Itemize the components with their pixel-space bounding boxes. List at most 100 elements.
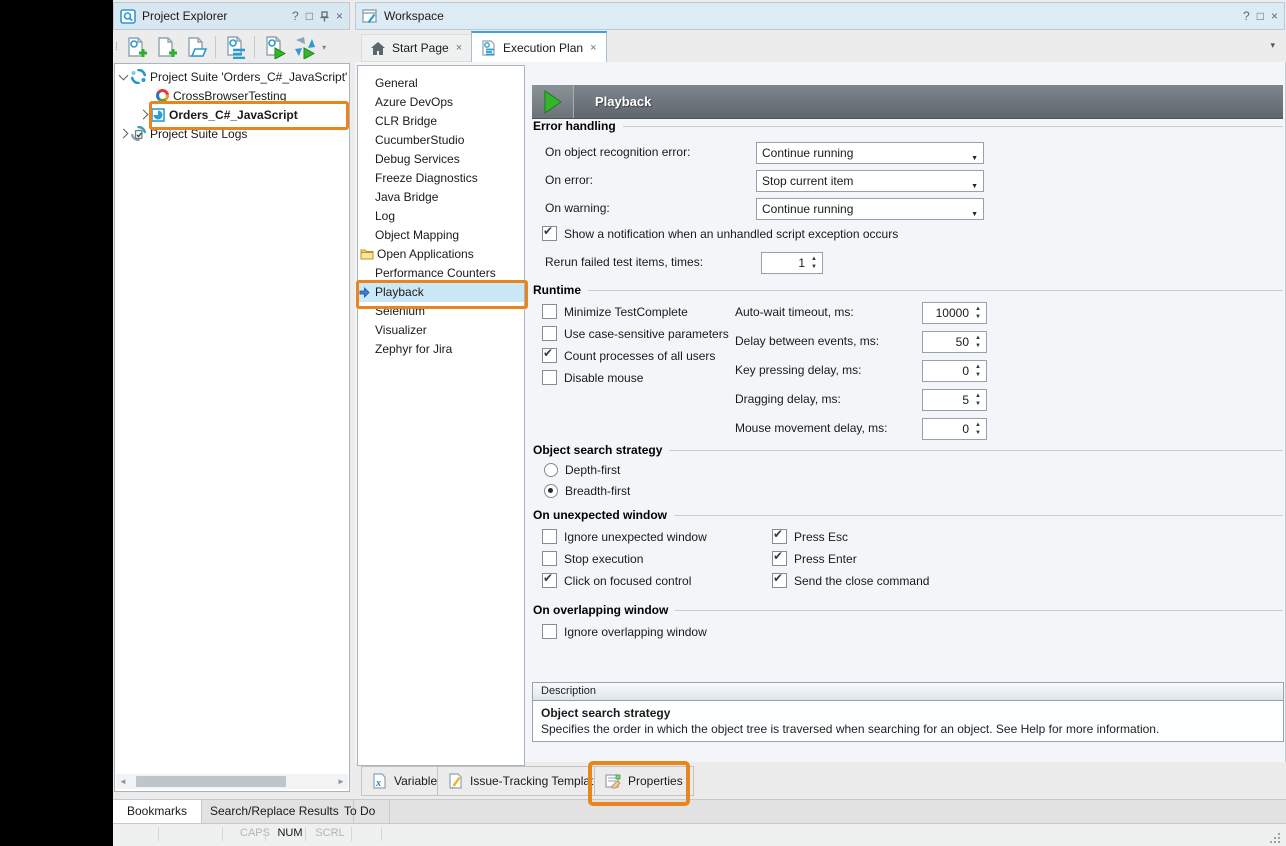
resize-grip[interactable] — [1270, 833, 1272, 835]
checkbox-box[interactable] — [542, 370, 557, 385]
dropdown-arrow-icon[interactable]: ▼ — [971, 149, 978, 169]
settings-nav-item-playback[interactable]: Playback — [358, 283, 524, 302]
settings-nav-item-selenium[interactable]: Selenium — [358, 302, 524, 321]
checkbox-disable-mouse[interactable]: Disable mouse — [542, 370, 643, 385]
toolbar-caret-icon[interactable]: ▾ — [322, 43, 326, 52]
spinner-arrows-icon[interactable]: ▲▼ — [973, 334, 983, 350]
tree-row-project-orders[interactable]: Orders_C#_JavaScript — [115, 105, 349, 124]
radio-circle[interactable] — [544, 463, 558, 477]
settings-nav-item-debug-services[interactable]: Debug Services — [358, 150, 524, 169]
checkbox-show-notification[interactable]: Show a notification when an unhandled sc… — [542, 226, 898, 241]
tree-label[interactable]: Orders_C#_JavaScript — [169, 108, 298, 122]
toolbar-grip[interactable]: ⁞ — [115, 41, 118, 53]
close-icon[interactable]: × — [336, 10, 343, 22]
scroll-right-icon[interactable]: ► — [334, 777, 348, 786]
chevron-collapsed-icon[interactable] — [139, 110, 149, 120]
tab-issue-tracking-templates[interactable]: Issue-Tracking Templates — [437, 766, 617, 796]
organize-tests-button[interactable] — [221, 34, 249, 60]
checkbox-box[interactable] — [542, 348, 557, 363]
checkbox-box[interactable] — [542, 326, 557, 341]
add-new-item-button[interactable] — [152, 34, 180, 60]
tab-bookmarks[interactable]: Bookmarks — [113, 800, 202, 823]
checkbox-box[interactable] — [542, 551, 557, 566]
spinner-dragging-delay[interactable]: 5▲▼ — [922, 389, 987, 411]
radio-depth-first[interactable]: Depth-first — [544, 463, 620, 477]
run-test-button[interactable] — [260, 34, 288, 60]
spinner-delay-between-events[interactable]: 50▲▼ — [922, 331, 987, 353]
checkbox-minimize-testcomplete[interactable]: Minimize TestComplete — [542, 304, 688, 319]
radio-breadth-first[interactable]: Breadth-first — [544, 484, 630, 498]
spinner-arrows-icon[interactable]: ▲▼ — [809, 255, 819, 271]
tree-label[interactable]: CrossBrowserTesting — [173, 89, 286, 103]
spinner-auto-wait-timeout[interactable]: 10000▲▼ — [922, 302, 987, 324]
checkbox-stop-execution[interactable]: Stop execution — [542, 551, 643, 566]
spinner-key-pressing-delay[interactable]: 0▲▼ — [922, 360, 987, 382]
tab-list-caret-icon[interactable]: ▾ — [1270, 40, 1275, 51]
checkbox-ignore-overlapping-window[interactable]: Ignore overlapping window — [542, 624, 707, 639]
chevron-collapsed-icon[interactable] — [119, 129, 129, 139]
dropdown-arrow-icon[interactable]: ▼ — [971, 205, 978, 225]
settings-nav-item-java-bridge[interactable]: Java Bridge — [358, 188, 524, 207]
tab-execution-plan[interactable]: Execution Plan × — [471, 31, 607, 62]
close-icon[interactable]: × — [1271, 10, 1278, 22]
spinner-arrows-icon[interactable]: ▲▼ — [973, 392, 983, 408]
pin-icon[interactable] — [320, 11, 329, 22]
scrollbar-thumb[interactable] — [136, 776, 286, 787]
checkbox-ignore-unexpected-window[interactable]: Ignore unexpected window — [542, 529, 707, 544]
maximize-icon[interactable]: □ — [1257, 10, 1264, 22]
run-project-button[interactable] — [290, 34, 318, 60]
help-icon[interactable]: ? — [292, 10, 299, 22]
spinner-arrows-icon[interactable]: ▲▼ — [973, 305, 983, 321]
close-icon[interactable]: × — [590, 42, 596, 54]
spinner-rerun-times[interactable]: 1 ▲▼ — [761, 252, 823, 274]
settings-nav-item-object-mapping[interactable]: Object Mapping — [358, 226, 524, 245]
maximize-icon[interactable]: □ — [306, 10, 313, 22]
help-icon[interactable]: ? — [1243, 10, 1250, 22]
dropdown-arrow-icon[interactable]: ▼ — [971, 177, 978, 197]
settings-nav-item-visualizer[interactable]: Visualizer — [358, 321, 524, 340]
dropdown-on-error[interactable]: Stop current item▼ — [756, 170, 984, 192]
settings-nav-item-azure-devops[interactable]: Azure DevOps — [358, 93, 524, 112]
checkbox-box[interactable] — [542, 573, 557, 588]
checkbox-box[interactable] — [542, 624, 557, 639]
checkbox-box[interactable] — [542, 529, 557, 544]
checkbox-press-esc[interactable]: Press Esc — [772, 529, 848, 544]
checkbox-press-enter[interactable]: Press Enter — [772, 551, 857, 566]
settings-nav-item-performance-counters[interactable]: Performance Counters — [358, 264, 524, 283]
spinner-arrows-icon[interactable]: ▲▼ — [973, 421, 983, 437]
dropdown-on-warning[interactable]: Continue running▼ — [756, 198, 984, 220]
dropdown-on-object-recognition-error[interactable]: Continue running▼ — [756, 142, 984, 164]
radio-circle[interactable] — [544, 484, 558, 498]
tab-to-do[interactable]: To Do — [330, 800, 390, 823]
open-file-button[interactable] — [182, 34, 210, 60]
checkbox-box[interactable] — [772, 551, 787, 566]
chevron-expanded-icon[interactable] — [119, 70, 129, 80]
tree-row-crossbrowsertesting[interactable]: CrossBrowserTesting — [115, 86, 349, 105]
settings-nav-item-log[interactable]: Log — [358, 207, 524, 226]
checkbox-box[interactable] — [772, 529, 787, 544]
settings-nav-item-cucumberstudio[interactable]: CucumberStudio — [358, 131, 524, 150]
checkbox-box[interactable] — [772, 573, 787, 588]
scroll-left-icon[interactable]: ◄ — [116, 777, 130, 786]
settings-nav-item-zephyr[interactable]: Zephyr for Jira — [358, 340, 524, 359]
settings-nav-item-clr-bridge[interactable]: CLR Bridge — [358, 112, 524, 131]
checkbox-click-on-focused-control[interactable]: Click on focused control — [542, 573, 691, 588]
tree-label[interactable]: Project Suite Logs — [150, 127, 247, 141]
tab-start-page[interactable]: Start Page × — [361, 34, 472, 62]
tree-horizontal-scrollbar[interactable]: ◄ ► — [116, 774, 348, 789]
tree-label[interactable]: Project Suite 'Orders_C#_JavaScript' (1 — [150, 70, 349, 84]
add-new-project-suite-button[interactable] — [122, 34, 150, 60]
settings-nav-item-general[interactable]: General — [358, 74, 524, 93]
checkbox-box[interactable] — [542, 304, 557, 319]
settings-nav-item-open-applications[interactable]: Open Applications — [358, 245, 524, 264]
spinner-mouse-movement-delay[interactable]: 0▲▼ — [922, 418, 987, 440]
tree-row-project-suite[interactable]: Project Suite 'Orders_C#_JavaScript' (1 — [115, 67, 349, 86]
checkbox-send-close-command[interactable]: Send the close command — [772, 573, 929, 588]
checkbox-count-processes[interactable]: Count processes of all users — [542, 348, 715, 363]
spinner-arrows-icon[interactable]: ▲▼ — [973, 363, 983, 379]
checkbox-case-sensitive-parameters[interactable]: Use case-sensitive parameters — [542, 326, 729, 341]
tree-row-project-suite-logs[interactable]: Project Suite Logs — [115, 124, 349, 143]
close-icon[interactable]: × — [456, 42, 462, 54]
settings-nav-item-freeze-diagnostics[interactable]: Freeze Diagnostics — [358, 169, 524, 188]
checkbox-box[interactable] — [542, 226, 557, 241]
